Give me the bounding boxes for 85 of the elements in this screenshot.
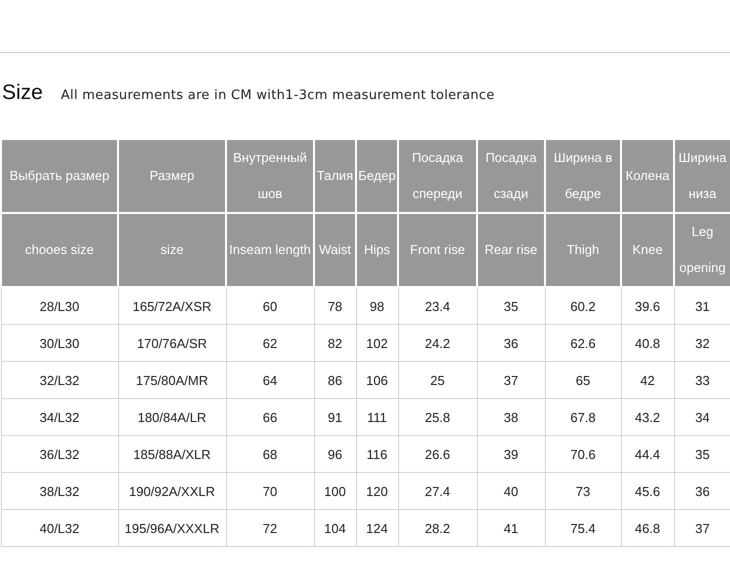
table-cell: 23.4	[398, 287, 477, 324]
column-header: Waist	[314, 213, 356, 287]
column-header: Выбрать размер	[1, 139, 118, 213]
table-cell: 86	[314, 362, 356, 398]
table-cell: 111	[356, 398, 398, 436]
column-header: Талия	[314, 139, 356, 213]
measurement-note: All measurements are in CM with1-3cm measurement tolerance	[60, 88, 495, 103]
section-title: Size	[2, 81, 43, 105]
table-cell: 68	[226, 436, 314, 472]
table-cell: 70.6	[545, 436, 621, 472]
table-cell: 104	[314, 510, 356, 546]
table-cell: 65	[545, 362, 621, 398]
table-cell: 70	[226, 472, 314, 510]
column-header: Размер	[118, 139, 226, 213]
table-cell: 42	[621, 362, 674, 398]
table-cell: 24.2	[398, 324, 477, 362]
column-header: Внутренный шов	[226, 139, 314, 213]
column-header: Посадка спереди	[398, 139, 477, 213]
table-cell: 106	[356, 362, 398, 398]
table-cell: 66	[226, 398, 314, 436]
column-header: Thigh	[545, 213, 621, 287]
table-cell: 39	[477, 436, 545, 472]
table-cell: 45.6	[621, 472, 674, 510]
table-cell: 44.4	[621, 436, 674, 472]
table-cell: 43.2	[621, 398, 674, 436]
table-cell: 39.6	[621, 287, 674, 324]
table-cell: 40/L32	[1, 510, 118, 546]
table-cell: 60.2	[545, 287, 621, 324]
table-cell: 175/80A/MR	[118, 362, 226, 398]
column-header: Колена	[621, 139, 674, 213]
table-cell: 28.2	[398, 510, 477, 546]
table-cell: 28/L30	[1, 287, 118, 324]
table-cell: 36/L32	[1, 436, 118, 472]
column-header: chooes size	[1, 213, 118, 287]
table-cell: 96	[314, 436, 356, 472]
column-header: Leg opening	[674, 213, 730, 287]
column-header: Hips	[356, 213, 398, 287]
table-cell: 26.6	[398, 436, 477, 472]
table-cell: 40	[477, 472, 545, 510]
table-cell: 73	[545, 472, 621, 510]
table-cell: 190/92A/XXLR	[118, 472, 226, 510]
table-cell: 32/L32	[1, 362, 118, 398]
table-cell: 124	[356, 510, 398, 546]
table-cell: 185/88A/XLR	[118, 436, 226, 472]
column-header: Бедер	[356, 139, 398, 213]
table-cell: 98	[356, 287, 398, 324]
column-header: Knee	[621, 213, 674, 287]
table-cell: 100	[314, 472, 356, 510]
column-header: Front rise	[398, 213, 477, 287]
table-cell: 38/L32	[1, 472, 118, 510]
table-cell: 35	[477, 287, 545, 324]
table-cell: 116	[356, 436, 398, 472]
table-cell: 170/76A/SR	[118, 324, 226, 362]
table-cell: 82	[314, 324, 356, 362]
column-header: Посадка сзади	[477, 139, 545, 213]
table-cell: 27.4	[398, 472, 477, 510]
table-cell: 102	[356, 324, 398, 362]
table-cell: 62	[226, 324, 314, 362]
table-cell: 195/96A/XXXLR	[118, 510, 226, 546]
table-cell: 34/L32	[1, 398, 118, 436]
table-cell: 62.6	[545, 324, 621, 362]
table-cell: 38	[477, 398, 545, 436]
table-cell: 40.8	[621, 324, 674, 362]
table-cell: 37	[477, 362, 545, 398]
table-cell: 46.8	[621, 510, 674, 546]
table-cell: 72	[226, 510, 314, 546]
column-header: Inseam length	[226, 213, 314, 287]
table-cell: 25.8	[398, 398, 477, 436]
table-cell: 60	[226, 287, 314, 324]
table-cell: 64	[226, 362, 314, 398]
table-cell: 41	[477, 510, 545, 546]
table-cell: 91	[314, 398, 356, 436]
table-cell: 78	[314, 287, 356, 324]
table-cell: 165/72A/XSR	[118, 287, 226, 324]
column-header: Ширина в бедре	[545, 139, 621, 213]
table-cell: 67.8	[545, 398, 621, 436]
table-cell: 120	[356, 472, 398, 510]
column-header: Rear rise	[477, 213, 545, 287]
table-cell: 30/L30	[1, 324, 118, 362]
table-cell: 180/84A/LR	[118, 398, 226, 436]
table-cell: 75.4	[545, 510, 621, 546]
column-header: Ширина низа	[674, 139, 730, 213]
table-cell: 36	[477, 324, 545, 362]
table-cell: 25	[398, 362, 477, 398]
column-header: size	[118, 213, 226, 287]
